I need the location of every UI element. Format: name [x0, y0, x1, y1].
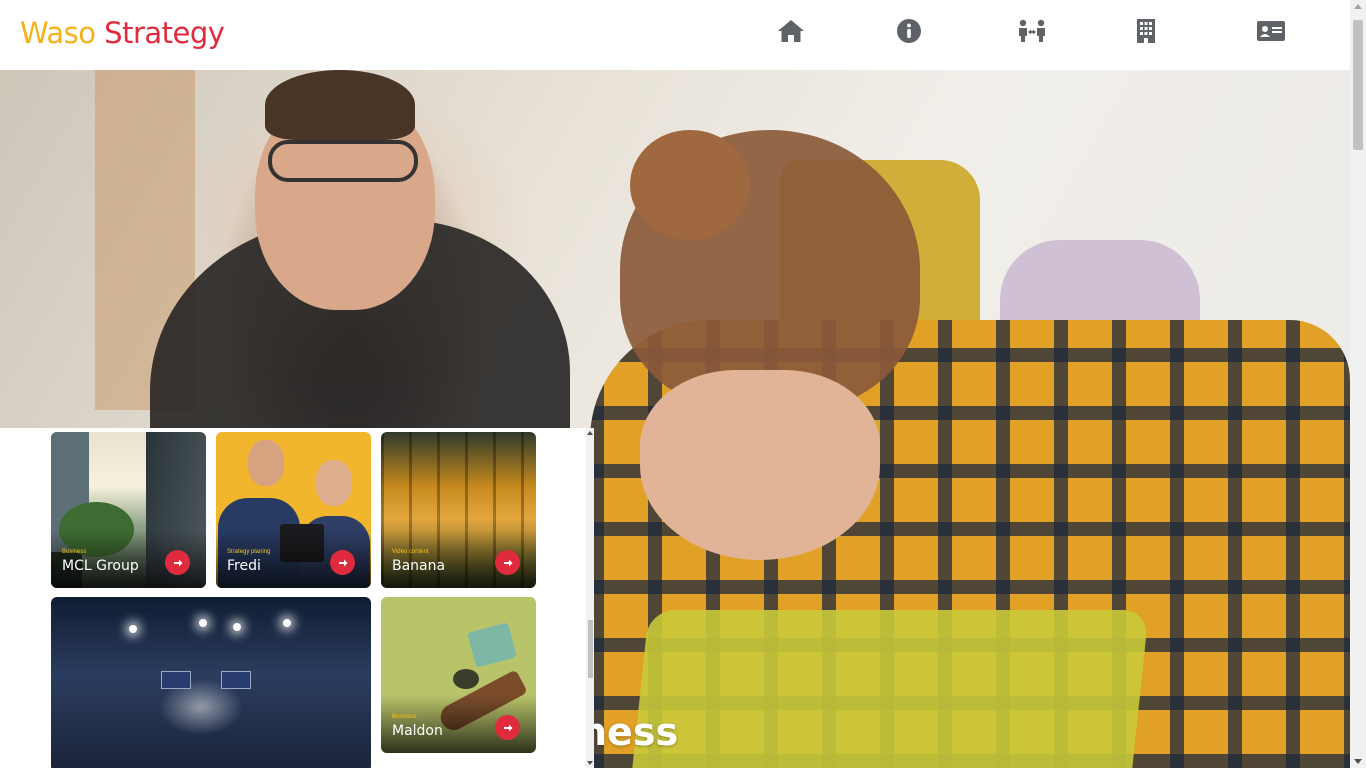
project-card-maldon[interactable]: Business Maldon	[381, 597, 536, 753]
card-photo-bowl	[453, 669, 479, 689]
logo-word-strategy: Strategy	[104, 16, 225, 50]
card-title: Fredi	[227, 558, 261, 574]
hero-photo-man-hair	[265, 70, 415, 140]
page-scrollbar[interactable]	[1350, 0, 1366, 768]
card-title: MCL Group	[62, 558, 139, 574]
card-photo-package	[467, 622, 517, 668]
card-photo-head-left	[248, 440, 284, 486]
card-open-button[interactable]	[165, 550, 190, 575]
card-photo-head-right	[316, 460, 352, 506]
panel-scrollbar[interactable]	[586, 428, 594, 768]
card-title: Maldon	[392, 723, 443, 739]
panel-scroll-thumb[interactable]	[588, 620, 593, 678]
page-scroll-thumb[interactable]	[1353, 20, 1363, 150]
card-photo-screen	[221, 671, 251, 689]
card-photo-screen	[161, 671, 191, 689]
card-open-button[interactable]	[330, 550, 355, 575]
nav-contact[interactable]	[1253, 14, 1289, 48]
arrow-right-icon	[503, 724, 512, 731]
scroll-up-arrow-icon[interactable]	[1354, 4, 1362, 9]
project-card-fredi[interactable]: Strategy planing Fredi	[216, 432, 371, 588]
contact-card-icon	[1257, 21, 1285, 41]
card-category: Video content	[392, 549, 429, 555]
card-open-button[interactable]	[495, 550, 520, 575]
scroll-down-arrow-icon[interactable]	[1354, 759, 1362, 764]
card-title: Banana	[392, 558, 446, 574]
card-photo-stage-light	[199, 619, 207, 627]
project-card-banana[interactable]: Video content Banana	[381, 432, 536, 588]
arrow-right-icon	[338, 559, 347, 566]
card-open-button[interactable]	[495, 715, 520, 740]
card-photo-stage-light	[129, 625, 137, 633]
team-icon	[1019, 19, 1045, 42]
card-category: Strategy planing	[227, 549, 271, 555]
hero-photo-woman-face	[640, 370, 880, 560]
project-card-conference[interactable]	[51, 597, 371, 768]
building-icon	[1137, 19, 1155, 43]
logo[interactable]: Waso Strategy	[20, 16, 225, 50]
project-card-mcl-group[interactable]: Business MCL Group	[51, 432, 206, 588]
hero-heading: ness	[580, 710, 679, 754]
site-header: Waso Strategy	[0, 0, 1350, 70]
nav-team[interactable]	[1014, 14, 1050, 48]
hero-photo-woman-bun	[630, 130, 750, 240]
hero-photo-laptop	[631, 610, 1149, 768]
card-photo-stage-light	[283, 619, 291, 627]
scroll-up-arrow-icon[interactable]	[587, 431, 593, 435]
projects-panel[interactable]: Business MCL Group Strategy planing Fred…	[0, 428, 594, 768]
logo-word-waso: Waso	[20, 16, 96, 50]
nav-home[interactable]	[773, 14, 809, 48]
arrow-right-icon	[503, 559, 512, 566]
home-icon	[778, 20, 804, 42]
info-icon	[897, 19, 921, 43]
arrow-right-icon	[173, 559, 182, 566]
card-photo-stage-light	[233, 623, 241, 631]
card-category: Business	[62, 549, 87, 555]
hero-photo-glasses	[268, 140, 418, 182]
nav-about[interactable]	[891, 14, 927, 48]
nav-company[interactable]	[1128, 14, 1164, 48]
card-category: Business	[392, 714, 417, 720]
scroll-down-arrow-icon[interactable]	[587, 761, 593, 765]
